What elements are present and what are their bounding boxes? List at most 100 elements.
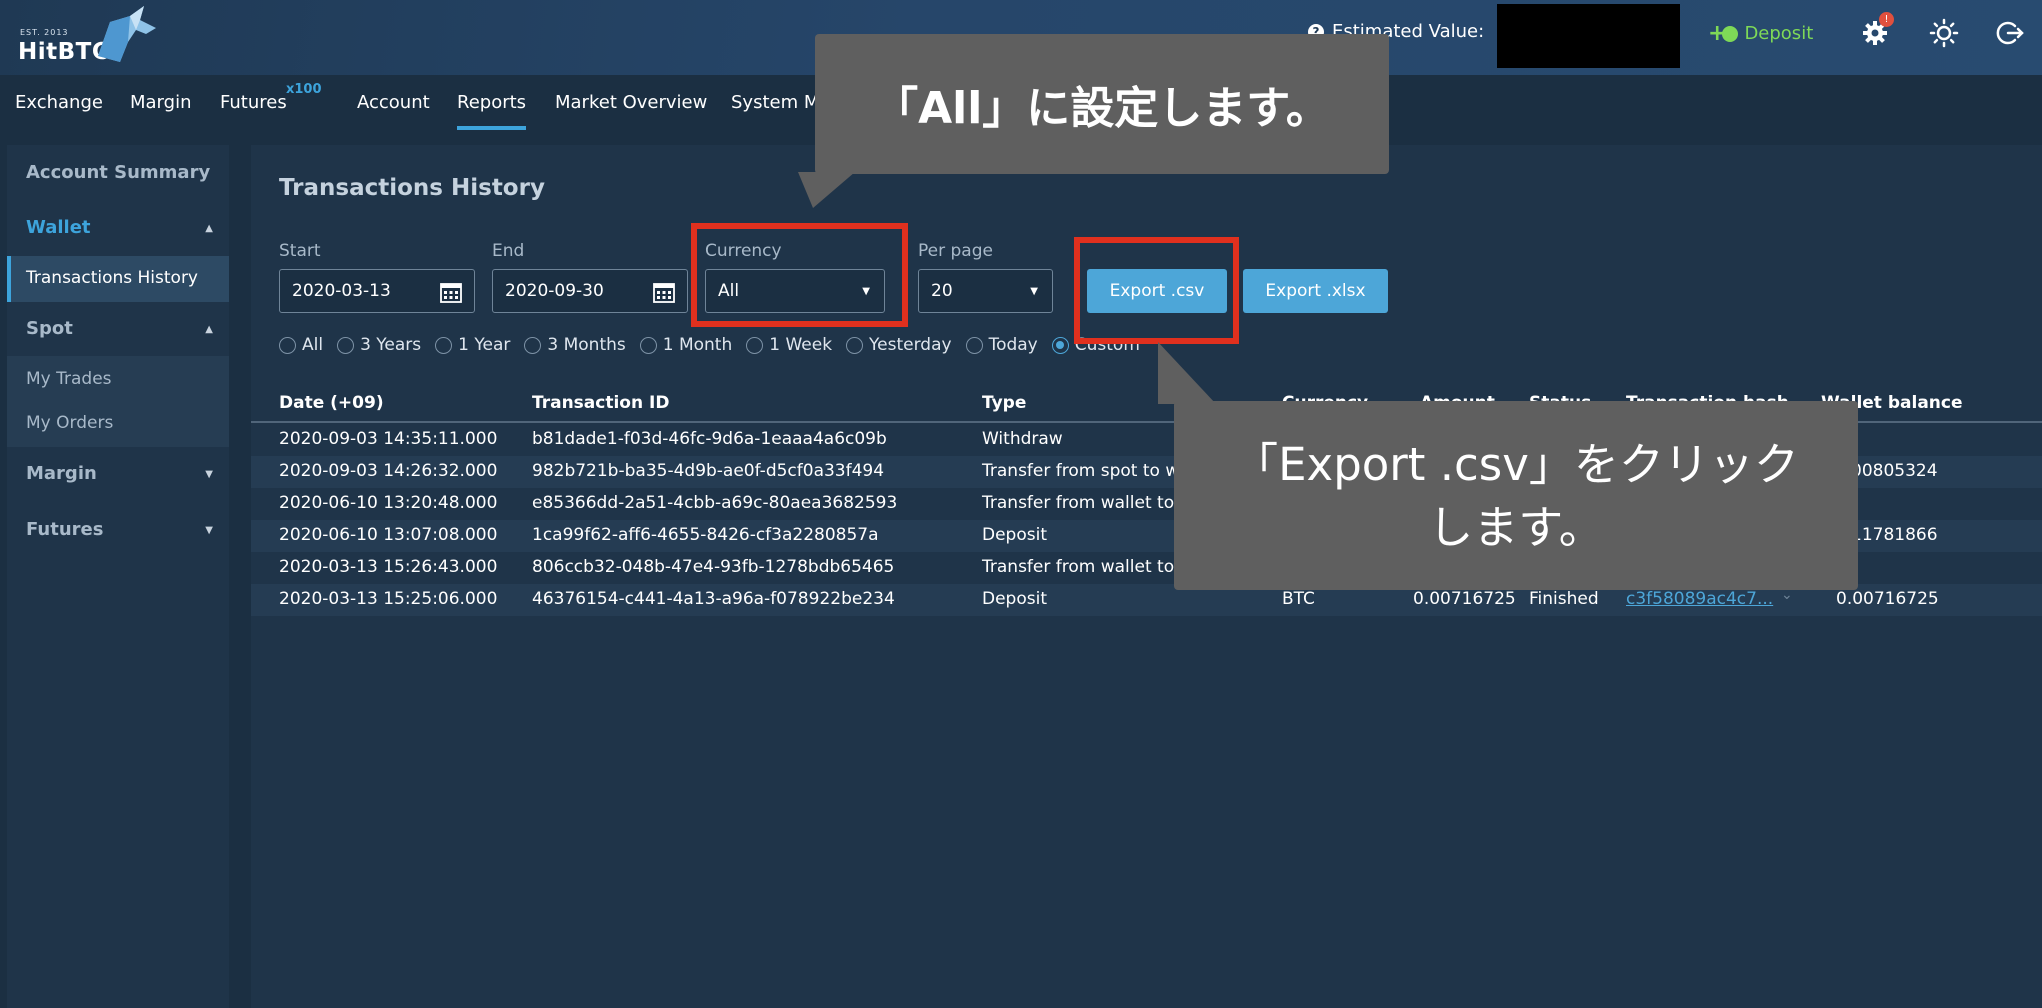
nav-reports[interactable]: Reports [457,92,527,130]
radio-icon [639,336,657,354]
range-1-week[interactable]: 1 Week [746,335,832,355]
cell-transaction-id: 806ccb32-048b-47e4-93fb-1278bdb65465 [532,557,895,577]
range-3-months[interactable]: 3 Months [524,335,626,355]
nav-exchange[interactable]: Exchange [15,92,103,113]
cell-date: 2020-06-10 13:07:08.000 [279,525,498,545]
caret-down-icon[interactable]: ▼ [205,525,213,536]
range-label: All [302,335,324,355]
range-yesterday[interactable]: Yesterday [846,335,952,355]
sidebar: Account Summary Wallet ▲ Transactions Hi… [7,145,229,1008]
cell-type: Transfer from spot to w [982,461,1180,481]
cell-transaction-hash-link[interactable]: c3f58089ac4c7... [1626,589,1773,609]
per-page-value: 20 [931,281,953,301]
nav-futures[interactable]: Futures x100 [220,82,322,113]
cell-date: 2020-09-03 14:26:32.000 [279,461,498,481]
cell-transaction-id: e85366dd-2a51-4cbb-a69c-80aea3682593 [532,493,898,513]
export-callout: 「Export .csv」をクリック します。 [1174,401,1858,590]
radio-icon [435,336,453,354]
end-label: End [492,241,525,261]
logo-est-text: EST. 2013 [20,28,69,37]
radio-icon [846,336,864,354]
sidebar-wallet[interactable]: Wallet [26,217,91,238]
start-date-value: 2020-03-13 [292,281,391,301]
range-label: 3 Years [360,335,422,355]
range-label: Yesterday [869,335,952,355]
col-type[interactable]: Type [982,393,1026,413]
nav-market-overview[interactable]: Market Overview [555,92,707,113]
cell-currency: BTC [1282,589,1315,609]
cell-date: 2020-09-03 14:35:11.000 [279,429,498,449]
sidebar-my-orders[interactable]: My Orders [26,413,113,433]
cell-transaction-id: b81dade1-f03d-46fc-9d6a-1eaaa4a6c09b [532,429,887,449]
cell-transaction-id: 46376154-c441-4a13-a96a-f078922be234 [532,589,895,609]
coin-icon [1722,25,1739,42]
sidebar-spot[interactable]: Spot [26,318,73,339]
range-1-month[interactable]: 1 Month [639,335,733,355]
cell-wallet-balance: 11781866 [1851,525,1938,545]
range-all[interactable]: All [279,335,323,355]
caret-down-icon[interactable]: ▼ [205,469,213,480]
cell-status: Finished [1529,589,1599,609]
cell-type: Transfer from wallet to [982,557,1175,577]
radio-icon [337,336,355,354]
cell-date: 2020-03-13 15:25:06.000 [279,589,498,609]
currency-callout: 「All」に設定します。 [815,34,1389,174]
nav-margin[interactable]: Margin [130,92,191,113]
nav-system-monitor[interactable]: System M [731,92,819,113]
export-xlsx-button[interactable]: Export .xlsx [1243,269,1388,313]
radio-icon [746,336,764,354]
col-date[interactable]: Date (+09) [279,393,384,413]
page-title: Transactions History [279,175,545,201]
range-label: 1 Year [458,335,511,355]
futures-leverage-badge: x100 [286,82,322,97]
cell-amount: 0.00716725 [1413,589,1516,609]
settings-gear-icon[interactable]: ! [1860,12,1894,48]
caret-up-icon[interactable]: ▲ [205,223,213,234]
end-date-input[interactable]: 2020-09-30 [492,269,688,313]
currency-callout-tail [798,172,855,208]
start-date-input[interactable]: 2020-03-13 [279,269,475,313]
cell-wallet-balance: 0.00716725 [1836,589,1939,609]
radio-checked-icon [1051,336,1069,354]
range-label: 3 Months [547,335,626,355]
spot-submenu: My Trades My Orders [7,356,229,447]
export-callout-line2: します。 [1428,500,1604,554]
cell-type: Deposit [982,589,1047,609]
per-page-select[interactable]: 20 ▼ [918,269,1053,313]
col-transaction-id[interactable]: Transaction ID [532,393,669,413]
deposit-button[interactable]: + Deposit [1708,21,1813,46]
logout-icon[interactable] [1995,18,2025,48]
notification-badge: ! [1879,12,1894,27]
sidebar-futures[interactable]: Futures [26,519,103,540]
cell-type: Withdraw [982,429,1063,449]
theme-sun-icon[interactable] [1929,18,1959,48]
cell-date: 2020-06-10 13:20:48.000 [279,493,498,513]
currency-callout-text: 「All」に設定します。 [874,83,1330,134]
export-callout-tail [1158,342,1216,404]
range-today[interactable]: Today [965,335,1038,355]
radio-icon [279,336,296,354]
cell-transaction-id: 1ca99f62-aff6-4655-8426-cf3a2280857a [532,525,879,545]
currency-highlight-box [691,223,908,327]
unicorn-logo-icon [98,6,156,62]
cell-transaction-id: 982b721b-ba35-4d9b-ae0f-d5cf0a33f494 [532,461,885,481]
range-3-years[interactable]: 3 Years [337,335,421,355]
calendar-icon[interactable] [653,281,675,303]
nav-futures-label: Futures [220,92,287,113]
hitbtc-logo[interactable]: EST. 2013 HitBTC [18,6,156,66]
range-1-year[interactable]: 1 Year [435,335,510,355]
caret-up-icon[interactable]: ▲ [205,324,213,335]
range-label: 1 Month [662,335,733,355]
per-page-label: Per page [918,241,993,261]
sidebar-account-summary[interactable]: Account Summary [26,162,210,183]
cell-date: 2020-03-13 15:26:43.000 [279,557,498,577]
cell-type: Deposit [982,525,1047,545]
radio-icon [965,336,983,354]
cell-type: Transfer from wallet to [982,493,1175,513]
calendar-icon[interactable] [440,281,462,303]
start-label: Start [279,241,321,261]
nav-account[interactable]: Account [357,92,430,113]
sidebar-my-trades[interactable]: My Trades [26,369,112,389]
sidebar-margin[interactable]: Margin [26,463,97,484]
date-range-radios: All 3 Years 1 Year 3 Months 1 Month 1 We… [279,335,1140,355]
